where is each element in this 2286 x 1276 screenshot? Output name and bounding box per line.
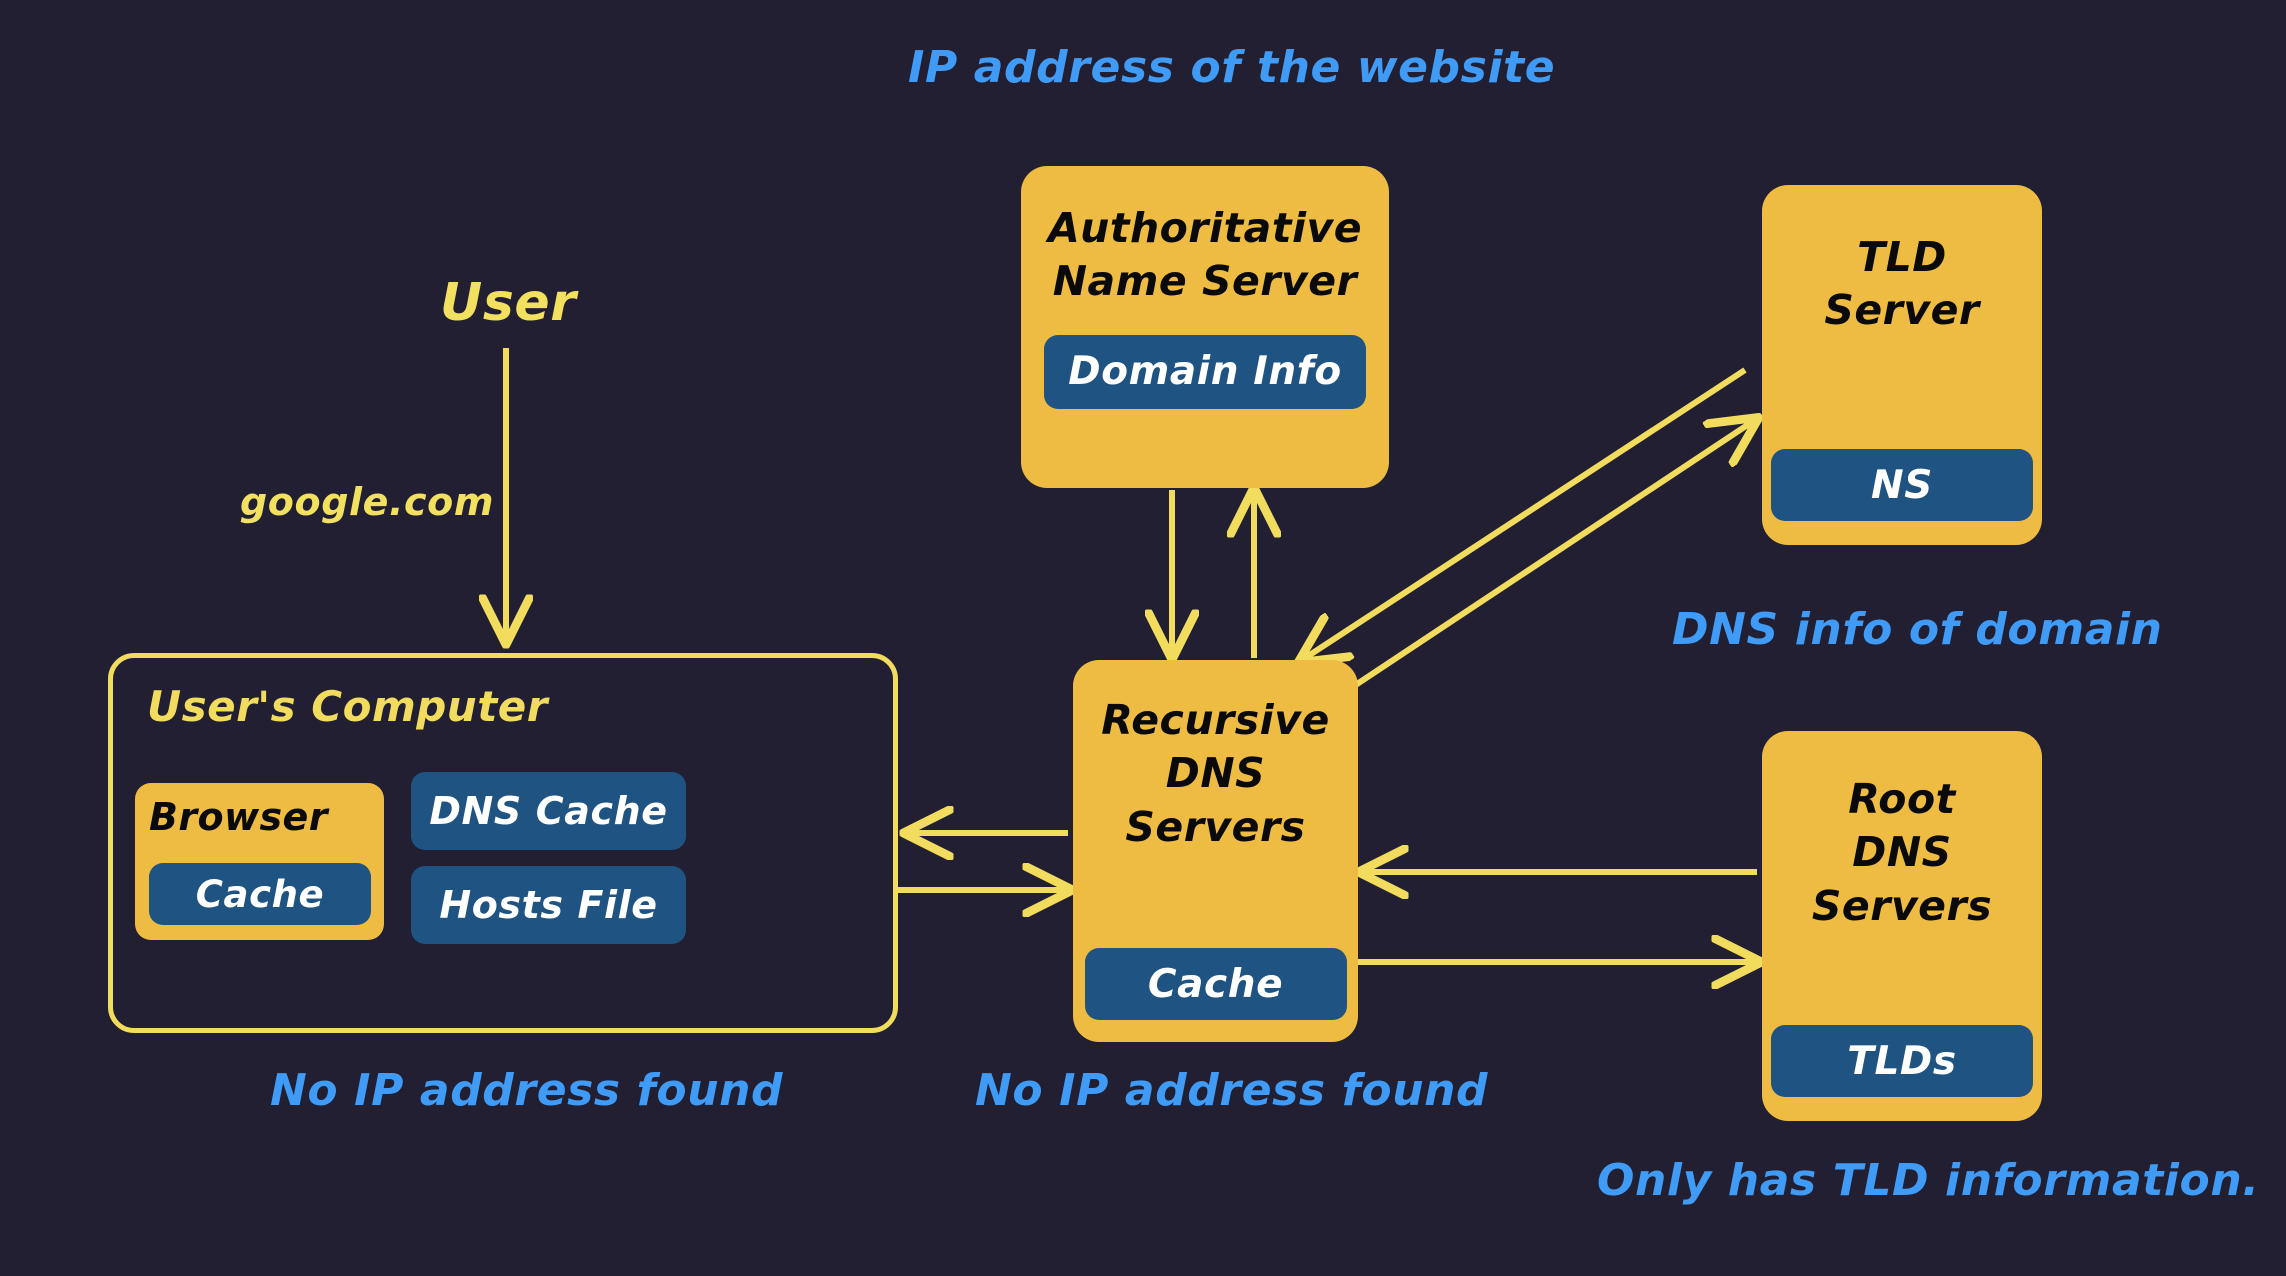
tlds-chip: TLDs [1771, 1025, 2033, 1097]
ns-chip: NS [1771, 449, 2033, 521]
recursive-dns-servers-title: Recursive DNS Servers [1101, 694, 1330, 854]
users-computer-title: User's Computer [147, 682, 548, 731]
dns-cache-chip: DNS Cache [411, 772, 686, 850]
label-query-domain: google.com [240, 480, 495, 524]
tld-server-title-line2: Server [1824, 286, 1980, 335]
domain-info-chip: Domain Info [1044, 334, 1366, 409]
root-dns-servers-title: Root DNS Servers [1812, 773, 1992, 933]
root-dns-servers-title-line3: Servers [1811, 881, 1993, 930]
dns-resolution-diagram: IP address of the website User google.co… [0, 0, 2286, 1276]
label-no-ip-found-computer: No IP address found [270, 1065, 784, 1116]
label-user: User [440, 273, 577, 333]
label-ip-address-of-the-website: IP address of the website [908, 42, 1556, 93]
browser-cache-chip: Cache [149, 863, 371, 925]
authoritative-name-server-title: Authoritative Name Server [1048, 202, 1362, 309]
label-no-ip-found-recursive: No IP address found [975, 1065, 1489, 1116]
authoritative-name-server-title-line1: Authoritative [1047, 204, 1363, 252]
recursive-dns-servers-title-line1: Recursive [1101, 696, 1330, 744]
node-root-dns-servers: Root DNS Servers TLDs [1762, 731, 2042, 1121]
node-tld-server: TLD Server NS [1762, 185, 2042, 545]
label-dns-info-of-domain: DNS info of domain [1672, 604, 2163, 655]
root-dns-servers-title-line1: Root [1848, 775, 1956, 823]
label-only-has-tld-information: Only has TLD information. [1597, 1155, 2260, 1206]
recursive-cache-chip: Cache [1084, 948, 1347, 1020]
root-dns-servers-title-line2: DNS [1852, 828, 1952, 877]
browser-title: Browser [149, 795, 328, 839]
tld-server-title: TLD Server [1824, 231, 1979, 338]
authoritative-name-server-title-line2: Name Server [1052, 257, 1358, 306]
node-recursive-dns-servers: Recursive DNS Servers Cache [1073, 660, 1358, 1042]
recursive-dns-servers-title-line2: DNS [1165, 749, 1266, 798]
recursive-dns-servers-title-line3: Servers [1125, 802, 1306, 851]
tld-server-title-line1: TLD [1857, 233, 1947, 281]
hosts-file-chip: Hosts File [411, 866, 686, 944]
node-authoritative-name-server: Authoritative Name Server Domain Info [1021, 166, 1389, 488]
node-browser: Browser Cache [135, 783, 384, 940]
